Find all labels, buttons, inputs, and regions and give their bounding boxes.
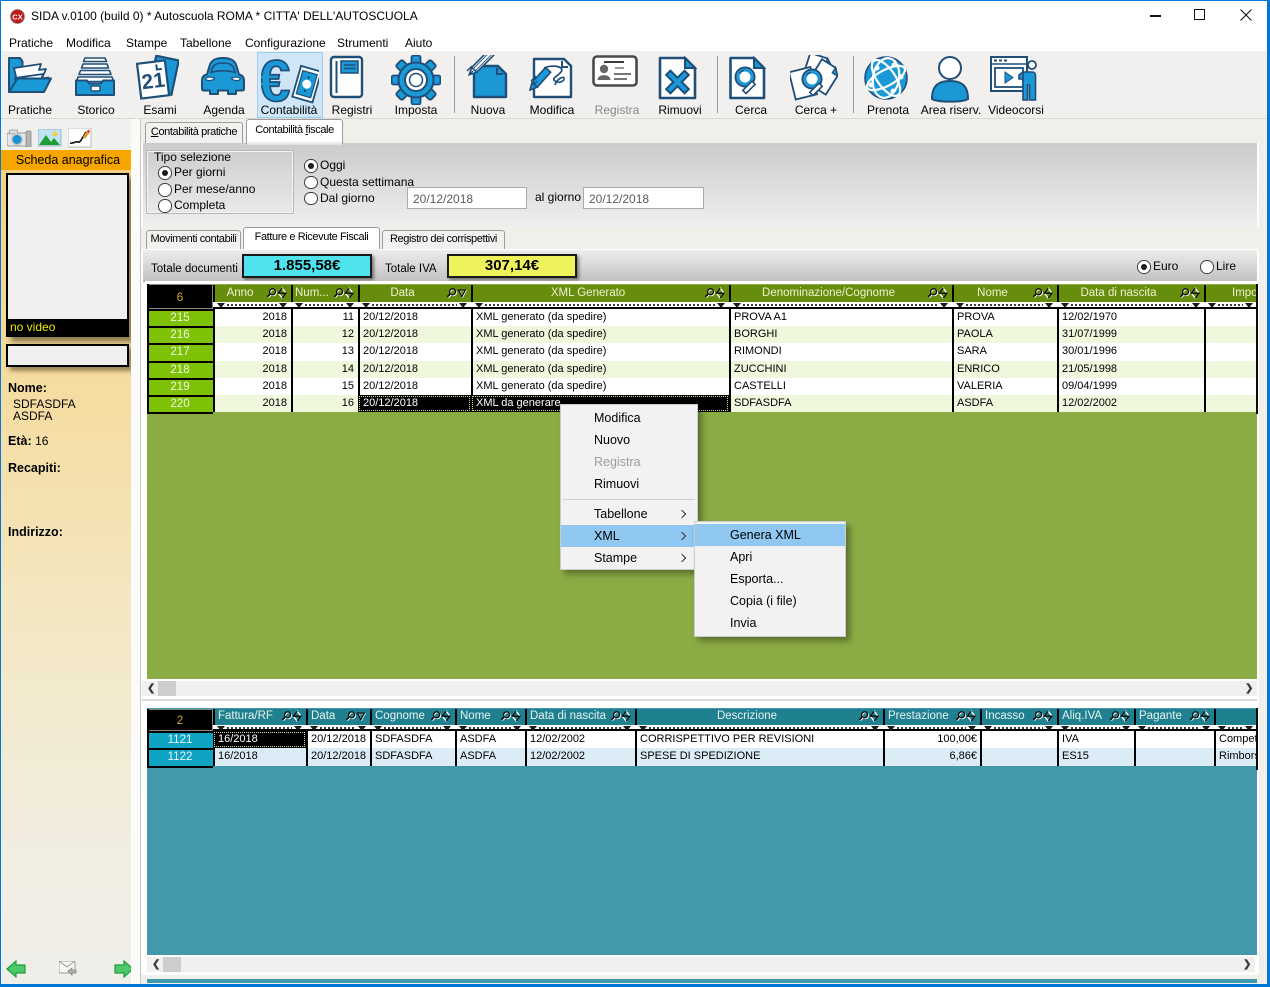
svg-text:€: € bbox=[261, 55, 290, 105]
svg-text:CX: CX bbox=[12, 13, 22, 22]
svg-text:21: 21 bbox=[140, 69, 166, 95]
